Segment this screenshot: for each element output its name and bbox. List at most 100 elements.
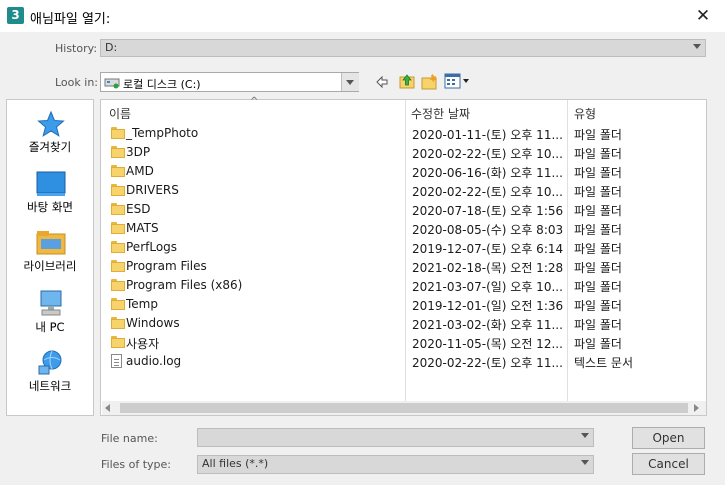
lookin-dropdown-button[interactable]	[341, 73, 359, 91]
list-item[interactable]: ESD 2020-07-18-(토) 오후 1:56 파일 폴더	[101, 200, 706, 219]
cancel-button[interactable]: Cancel	[632, 453, 705, 475]
places-sidebar: 즐겨찾기 바탕 화면 라이브러리 내 PC 네트워크	[6, 99, 94, 416]
close-button[interactable]: ✕	[690, 4, 716, 28]
history-label: History:	[55, 42, 98, 55]
up-folder-icon[interactable]	[398, 72, 416, 90]
file-type: 파일 폴더	[574, 242, 622, 256]
scroll-right-arrow-icon[interactable]	[694, 404, 699, 412]
file-date: 2021-03-02-(화) 오후 11...	[412, 318, 563, 332]
back-arrow-icon[interactable]	[375, 75, 389, 89]
folder-icon	[111, 203, 125, 215]
file-date: 2020-02-22-(토) 오후 11...	[412, 356, 563, 370]
list-item[interactable]: AMD 2020-06-16-(화) 오후 11... 파일 폴더	[101, 162, 706, 181]
file-name: Windows	[126, 316, 180, 330]
file-date: 2020-11-05-(목) 오전 12...	[412, 337, 563, 351]
list-item[interactable]: 사용자 2020-11-05-(목) 오전 12... 파일 폴더	[101, 333, 706, 352]
list-item[interactable]: DRIVERS 2020-02-22-(토) 오후 10... 파일 폴더	[101, 181, 706, 200]
scrollbar-thumb[interactable]	[120, 403, 688, 413]
title-bar: 3 애님파일 열기: ✕	[0, 0, 725, 32]
pc-icon	[40, 290, 62, 316]
sidebar-item-libraries[interactable]: 라이브러리	[7, 228, 93, 276]
file-type: 파일 폴더	[574, 280, 622, 294]
desktop-icon	[36, 171, 66, 196]
sidebar-item-label: 내 PC	[35, 320, 65, 334]
folder-icon	[111, 317, 125, 329]
lookin-label: Look in:	[55, 76, 98, 89]
file-date: 2020-02-22-(토) 오후 10...	[412, 147, 563, 161]
library-icon	[36, 231, 66, 255]
file-date: 2020-07-18-(토) 오후 1:56	[412, 204, 564, 218]
chevron-down-icon	[581, 433, 589, 438]
file-name: Temp	[126, 297, 158, 311]
sidebar-item-this-pc[interactable]: 내 PC	[7, 288, 93, 336]
sidebar-item-favorites[interactable]: 즐겨찾기	[7, 108, 93, 156]
folder-icon	[111, 184, 125, 196]
file-list: ^ 이름 수정한 날짜 유형 _TempPhoto 2020-01-11-(토)…	[100, 96, 707, 416]
list-item[interactable]: Program Files (x86) 2021-03-07-(일) 오후 10…	[101, 276, 706, 295]
list-item[interactable]: audio.log 2020-02-22-(토) 오후 11... 텍스트 문서	[101, 352, 706, 371]
folder-icon	[111, 260, 125, 272]
file-type: 파일 폴더	[574, 299, 622, 313]
horizontal-scrollbar[interactable]	[102, 401, 706, 415]
sidebar-item-desktop[interactable]: 바탕 화면	[7, 169, 93, 217]
filetype-select[interactable]: All files (*.*)	[197, 455, 594, 474]
file-name: audio.log	[126, 354, 182, 368]
sidebar-item-network[interactable]: 네트워크	[7, 347, 93, 395]
file-date: 2020-02-22-(토) 오후 10...	[412, 185, 563, 199]
file-type: 파일 폴더	[574, 204, 622, 218]
window-title: 애님파일 열기:	[30, 12, 111, 27]
file-type: 텍스트 문서	[574, 356, 634, 370]
file-date: 2021-02-18-(목) 오전 1:28	[412, 261, 564, 275]
list-item[interactable]: 3DP 2020-02-22-(토) 오후 10... 파일 폴더	[101, 143, 706, 162]
list-item[interactable]: PerfLogs 2019-12-07-(토) 오후 6:14 파일 폴더	[101, 238, 706, 257]
list-item[interactable]: Program Files 2021-02-18-(목) 오전 1:28 파일 …	[101, 257, 706, 276]
column-header-name[interactable]: 이름	[109, 105, 131, 122]
file-name: 3DP	[126, 145, 151, 159]
file-type: 파일 폴더	[574, 337, 622, 351]
column-header-type[interactable]: 유형	[574, 105, 596, 122]
list-item[interactable]: MATS 2020-08-05-(수) 오후 8:03 파일 폴더	[101, 219, 706, 238]
file-name: PerfLogs	[126, 240, 178, 254]
folder-icon	[111, 336, 125, 348]
filename-input[interactable]	[197, 428, 594, 447]
history-value: D:	[105, 41, 118, 54]
column-header-date[interactable]: 수정한 날짜	[411, 105, 470, 122]
file-name: 사용자	[126, 337, 160, 351]
folder-icon	[111, 165, 125, 177]
chevron-down-icon	[346, 80, 354, 85]
file-date: 2019-12-01-(일) 오전 1:36	[412, 299, 564, 313]
sidebar-item-label: 바탕 화면	[27, 200, 73, 214]
lookin-combo[interactable]: 로컬 디스크 (C:)	[100, 72, 359, 92]
view-menu-icon[interactable]	[444, 73, 470, 90]
folder-icon	[111, 241, 125, 253]
file-type: 파일 폴더	[574, 147, 622, 161]
file-name: DRIVERS	[126, 183, 179, 197]
file-date: 2020-08-05-(수) 오후 8:03	[412, 223, 564, 237]
sidebar-item-label: 즐겨찾기	[28, 140, 72, 154]
chevron-down-icon	[693, 44, 701, 49]
lookin-value: 로컬 디스크 (C:)	[123, 78, 201, 91]
list-item[interactable]: _TempPhoto 2020-01-11-(토) 오후 11... 파일 폴더	[101, 124, 706, 143]
folder-icon	[111, 279, 125, 291]
sidebar-item-label: 라이브러리	[23, 259, 77, 273]
scroll-left-arrow-icon[interactable]	[105, 404, 110, 412]
filename-label: File name:	[101, 432, 158, 445]
folder-icon	[111, 298, 125, 310]
new-folder-icon[interactable]	[421, 73, 439, 91]
file-type: 파일 폴더	[574, 223, 622, 237]
network-icon	[38, 350, 62, 375]
file-date: 2020-01-11-(토) 오후 11...	[412, 128, 563, 142]
file-type: 파일 폴더	[574, 128, 622, 142]
folder-icon	[111, 146, 125, 158]
folder-icon	[111, 127, 125, 139]
file-name: _TempPhoto	[126, 126, 199, 140]
list-item[interactable]: Windows 2021-03-02-(화) 오후 11... 파일 폴더	[101, 314, 706, 333]
history-combo[interactable]: D:	[100, 39, 706, 57]
drive-icon	[104, 78, 120, 89]
file-name: Program Files	[126, 259, 207, 273]
open-button[interactable]: Open	[632, 427, 705, 449]
file-name: AMD	[126, 164, 154, 178]
file-type: 파일 폴더	[574, 185, 622, 199]
chevron-down-icon	[581, 460, 589, 465]
list-item[interactable]: Temp 2019-12-01-(일) 오전 1:36 파일 폴더	[101, 295, 706, 314]
